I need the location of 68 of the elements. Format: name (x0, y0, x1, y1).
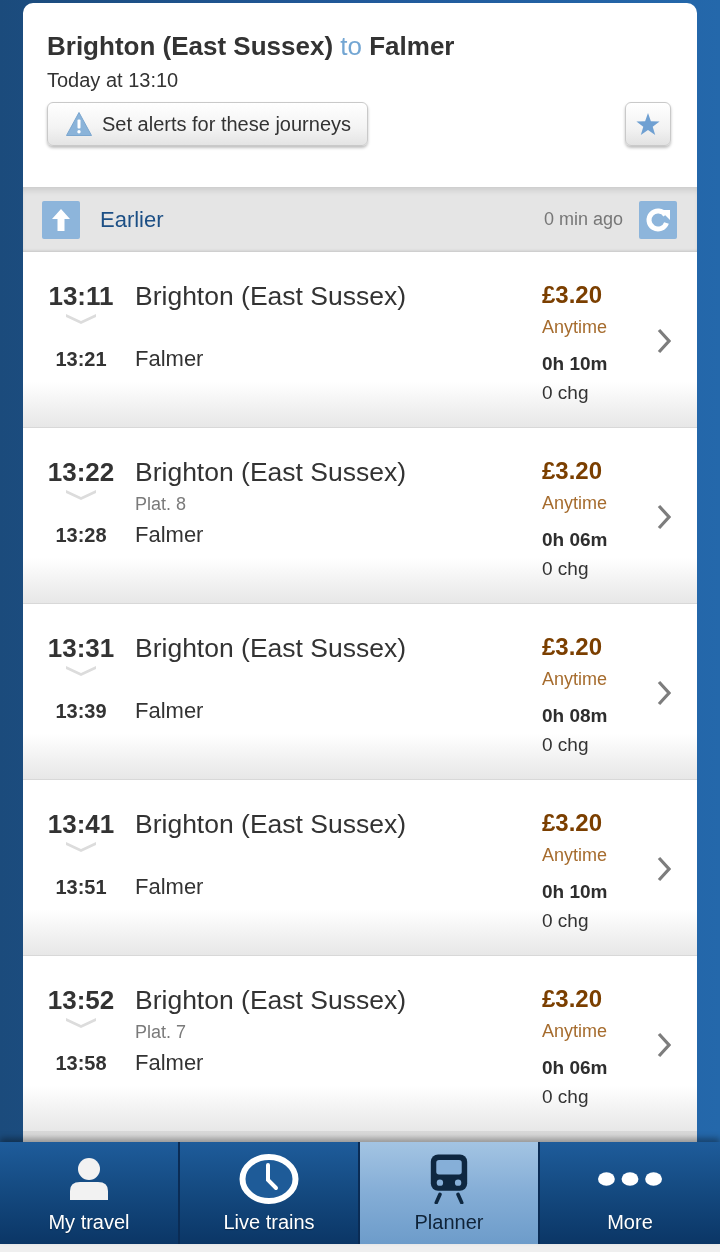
warning-icon (66, 112, 92, 136)
destination-station: Falmer (135, 1049, 205, 1077)
origin-station: Brighton (East Sussex) (135, 985, 407, 1015)
clock-icon (239, 1154, 299, 1204)
platform-label: Plat. 8 (135, 492, 188, 515)
refresh-icon[interactable] (639, 200, 677, 239)
fare-price: £3.20 (542, 985, 603, 1013)
arrival-time: 13:58 (54, 1051, 108, 1076)
changes-count: 0 chg (542, 733, 589, 757)
changes-count: 0 chg (542, 1085, 589, 1109)
down-chevron-icon (66, 490, 96, 500)
more-dots-icon (598, 1172, 662, 1186)
set-alerts-button[interactable]: Set alerts for these journeys (47, 102, 368, 146)
nav-tab[interactable]: Planner (360, 1142, 540, 1244)
journey-duration: 0h 08m (542, 704, 608, 728)
departure-time: 13:22 (46, 457, 116, 487)
journey-date: Today at 13:10 (47, 68, 180, 92)
platform-label: Plat. 7 (135, 1020, 188, 1043)
fare-type: Anytime (542, 316, 608, 338)
down-chevron-icon (66, 1018, 96, 1028)
fare-type: Anytime (542, 668, 608, 690)
nav-tab[interactable]: My travel (0, 1142, 180, 1244)
arrival-time: 13:21 (54, 347, 108, 372)
journey-duration: 0h 06m (542, 528, 608, 552)
journey-duration: 0h 10m (542, 352, 608, 376)
journey-title: Brighton (East Sussex) to Falmer (47, 31, 456, 61)
down-chevron-icon (66, 842, 96, 852)
down-chevron-icon (66, 666, 96, 676)
earlier-link[interactable]: Earlier (100, 206, 164, 233)
changes-count: 0 chg (542, 557, 589, 581)
chevron-right-icon (657, 504, 671, 530)
destination-station: Falmer (135, 521, 205, 549)
changes-count: 0 chg (542, 381, 589, 405)
origin-station: Brighton (East Sussex) (135, 809, 407, 839)
changes-count: 0 chg (542, 909, 589, 933)
fare-type: Anytime (542, 844, 608, 866)
chevron-right-icon (657, 856, 671, 882)
nav-tab[interactable]: Live trains (180, 1142, 360, 1244)
chevron-right-icon (657, 1032, 671, 1058)
origin-station: Brighton (East Sussex) (135, 457, 407, 487)
destination-station: Falmer (135, 873, 205, 901)
chevron-right-icon (657, 328, 671, 354)
arrival-time: 13:51 (54, 875, 108, 900)
fare-price: £3.20 (542, 633, 603, 661)
chevron-right-icon (657, 680, 671, 706)
origin-station: Brighton (East Sussex) (135, 633, 407, 663)
fare-price: £3.20 (542, 281, 603, 309)
departure-time: 13:41 (46, 809, 116, 839)
destination-station: Falmer (135, 345, 205, 373)
destination-station: Falmer (135, 697, 205, 725)
arrival-time: 13:39 (54, 699, 108, 724)
star-icon (636, 112, 660, 136)
fare-price: £3.20 (542, 809, 603, 837)
fare-type: Anytime (542, 1020, 608, 1042)
origin-station: Brighton (East Sussex) (135, 281, 407, 311)
fare-type: Anytime (542, 492, 608, 514)
departure-time: 13:31 (46, 633, 116, 663)
fare-price: £3.20 (542, 457, 603, 485)
departure-time: 13:52 (46, 985, 116, 1015)
journey-duration: 0h 06m (542, 1056, 608, 1080)
arrival-time: 13:28 (54, 523, 108, 548)
journey-duration: 0h 10m (542, 880, 608, 904)
down-chevron-icon (66, 314, 96, 324)
departure-time: 13:11 (47, 281, 115, 311)
favourite-button[interactable] (625, 102, 671, 146)
updated-time: 0 min ago (543, 209, 623, 230)
train-icon (429, 1154, 469, 1204)
nav-tab[interactable]: More (540, 1142, 720, 1244)
